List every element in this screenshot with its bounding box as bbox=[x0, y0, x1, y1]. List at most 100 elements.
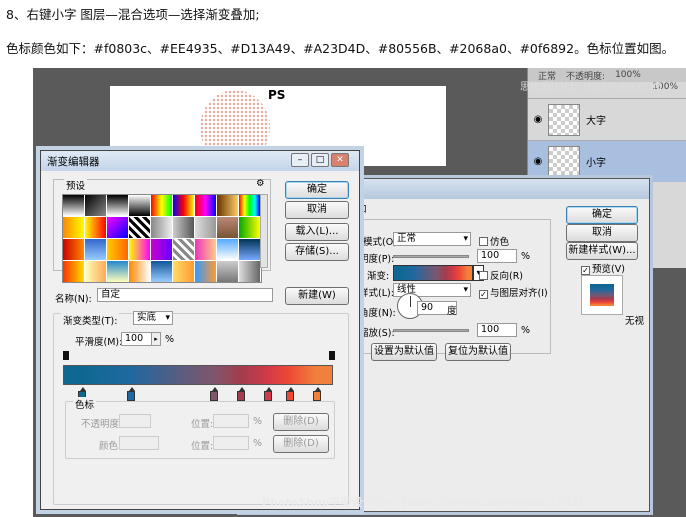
preset-swatch[interactable] bbox=[107, 217, 128, 238]
canvas-ps-text: PS bbox=[268, 88, 286, 102]
preset-swatch[interactable] bbox=[195, 195, 216, 216]
preset-swatch[interactable] bbox=[85, 217, 106, 238]
style-label: 样式(L): bbox=[359, 288, 394, 299]
align-checkbox[interactable]: ✓ 与图层对齐(I) bbox=[479, 285, 548, 299]
gradient-label: 渐变: bbox=[367, 271, 390, 282]
opacity-stop-right[interactable] bbox=[329, 351, 335, 360]
preset-swatches[interactable] bbox=[62, 194, 262, 283]
scale-slider[interactable] bbox=[393, 329, 469, 332]
name-input[interactable]: 自定 bbox=[97, 288, 273, 302]
dither-checkbox[interactable]: 仿色 bbox=[479, 234, 509, 248]
percent-label: % bbox=[521, 251, 531, 262]
maximize-icon[interactable]: □ bbox=[311, 153, 329, 167]
new-style-button[interactable]: 新建样式(W)... bbox=[566, 242, 638, 260]
type-label: 渐变类型(T): bbox=[61, 313, 120, 327]
scale-input[interactable]: 100 bbox=[477, 323, 517, 337]
preset-swatch[interactable] bbox=[151, 261, 172, 282]
percent-unit: % bbox=[253, 416, 263, 427]
preset-swatch[interactable] bbox=[217, 261, 238, 282]
smoothness-input[interactable]: 100 bbox=[121, 332, 153, 346]
color-stop[interactable] bbox=[312, 387, 321, 401]
layer-row-big[interactable]: ◉ 大字 bbox=[528, 98, 686, 140]
preset-swatch[interactable] bbox=[217, 217, 238, 238]
reset-default-button[interactable]: 复位为默认值 bbox=[445, 343, 511, 361]
bottom-watermark: PhotoShop平面设计吧—【www.lineeg.com/tieba/178… bbox=[262, 496, 590, 509]
save-button[interactable]: 存储(S)... bbox=[285, 243, 349, 261]
opacity-stop-left[interactable] bbox=[63, 351, 69, 360]
preset-swatch[interactable] bbox=[195, 261, 216, 282]
style-preview bbox=[581, 275, 623, 315]
preset-swatch[interactable] bbox=[129, 261, 150, 282]
step-caption: 8、右键小字 图层—混合选项—选择渐变叠加; bbox=[6, 7, 260, 22]
color-stop[interactable] bbox=[264, 387, 273, 401]
cancel-button[interactable]: 取消 bbox=[566, 224, 638, 242]
eye-icon[interactable]: ◉ bbox=[528, 156, 548, 167]
delete-button[interactable]: 删除(D) bbox=[273, 413, 329, 431]
position-input bbox=[213, 436, 249, 450]
site-watermark: 思缘设计论坛 MISSYUAN.COM bbox=[520, 82, 662, 93]
opacity-input[interactable]: 100 bbox=[477, 249, 517, 263]
gradient-bar[interactable] bbox=[63, 365, 333, 385]
preset-swatch[interactable] bbox=[173, 261, 194, 282]
type-select[interactable]: 实底 bbox=[133, 311, 173, 325]
angle-unit: 度 bbox=[447, 306, 457, 317]
gradient-editor-dialog: 渐变编辑器 – □ ✕ 预设 ⚙ 确定 取消 载入(L)... 存储(S)...… bbox=[40, 150, 360, 510]
preset-swatch[interactable] bbox=[195, 217, 216, 238]
preset-swatch[interactable] bbox=[239, 239, 260, 260]
delete-button[interactable]: 删除(D) bbox=[273, 435, 329, 453]
preset-swatch[interactable] bbox=[151, 195, 172, 216]
preset-swatch[interactable] bbox=[107, 195, 128, 216]
layer-thumbnail bbox=[548, 145, 580, 178]
color-caption: 色标颜色如下：#f0803c、#EE4935、#D13A49、#A23D4D、#… bbox=[6, 41, 675, 56]
preset-swatch[interactable] bbox=[129, 239, 150, 260]
color-stop[interactable] bbox=[237, 387, 246, 401]
stop-opacity-input bbox=[119, 414, 151, 428]
preset-swatch[interactable] bbox=[63, 261, 84, 282]
ok-button[interactable]: 确定 bbox=[566, 206, 638, 224]
reset-button[interactable]: 取消 bbox=[285, 201, 349, 219]
eye-icon[interactable]: ◉ bbox=[528, 114, 548, 125]
layer-thumbnail bbox=[548, 103, 580, 136]
gradient-swatch[interactable] bbox=[393, 265, 473, 281]
ok-button[interactable]: 确定 bbox=[285, 181, 349, 199]
preset-swatch[interactable] bbox=[129, 217, 150, 238]
preset-swatch[interactable] bbox=[63, 239, 84, 260]
reverse-checkbox[interactable]: 反向(R) bbox=[479, 268, 523, 282]
presets-scrollbar[interactable] bbox=[260, 194, 268, 268]
blend-mode-select[interactable]: 正常 bbox=[393, 232, 471, 246]
color-stop[interactable] bbox=[126, 387, 135, 401]
preset-swatch[interactable] bbox=[107, 261, 128, 282]
preset-swatch[interactable] bbox=[85, 261, 106, 282]
dialog-title: 渐变编辑器 bbox=[47, 156, 100, 168]
preset-swatch[interactable] bbox=[85, 239, 106, 260]
preset-swatch[interactable] bbox=[173, 217, 194, 238]
preset-swatch[interactable] bbox=[151, 239, 172, 260]
preset-swatch[interactable] bbox=[239, 217, 260, 238]
preset-swatch[interactable] bbox=[195, 239, 216, 260]
set-default-button[interactable]: 设置为默认值 bbox=[371, 343, 437, 361]
preset-swatch[interactable] bbox=[107, 239, 128, 260]
close-icon[interactable]: ✕ bbox=[331, 153, 349, 167]
opacity-slider[interactable] bbox=[393, 255, 469, 258]
layer-row-small[interactable]: ◉ 小字 bbox=[528, 140, 686, 182]
dialog-titlebar[interactable]: 渐变编辑器 – □ ✕ bbox=[41, 151, 359, 171]
preset-swatch[interactable] bbox=[85, 195, 106, 216]
chevron-down-icon[interactable]: ▸ bbox=[151, 332, 161, 346]
minimize-icon[interactable]: – bbox=[291, 153, 309, 167]
preset-swatch[interactable] bbox=[217, 239, 238, 260]
new-gradient-button[interactable]: 新建(W) bbox=[285, 287, 349, 305]
preset-swatch[interactable] bbox=[173, 195, 194, 216]
preset-swatch[interactable] bbox=[239, 195, 260, 216]
preset-swatch[interactable] bbox=[151, 217, 172, 238]
preset-swatch[interactable] bbox=[217, 195, 238, 216]
preset-swatch[interactable] bbox=[173, 239, 194, 260]
preset-swatch[interactable] bbox=[239, 261, 260, 282]
gear-icon[interactable]: ⚙ bbox=[256, 178, 265, 189]
color-stop[interactable] bbox=[285, 387, 294, 401]
color-stop[interactable] bbox=[210, 387, 219, 401]
load-button[interactable]: 载入(L)... bbox=[285, 223, 349, 241]
preset-swatch[interactable] bbox=[129, 195, 150, 216]
preview-checkbox[interactable]: ✓ 预览(V) bbox=[581, 261, 625, 275]
preset-swatch[interactable] bbox=[63, 217, 84, 238]
preset-swatch[interactable] bbox=[63, 195, 84, 216]
